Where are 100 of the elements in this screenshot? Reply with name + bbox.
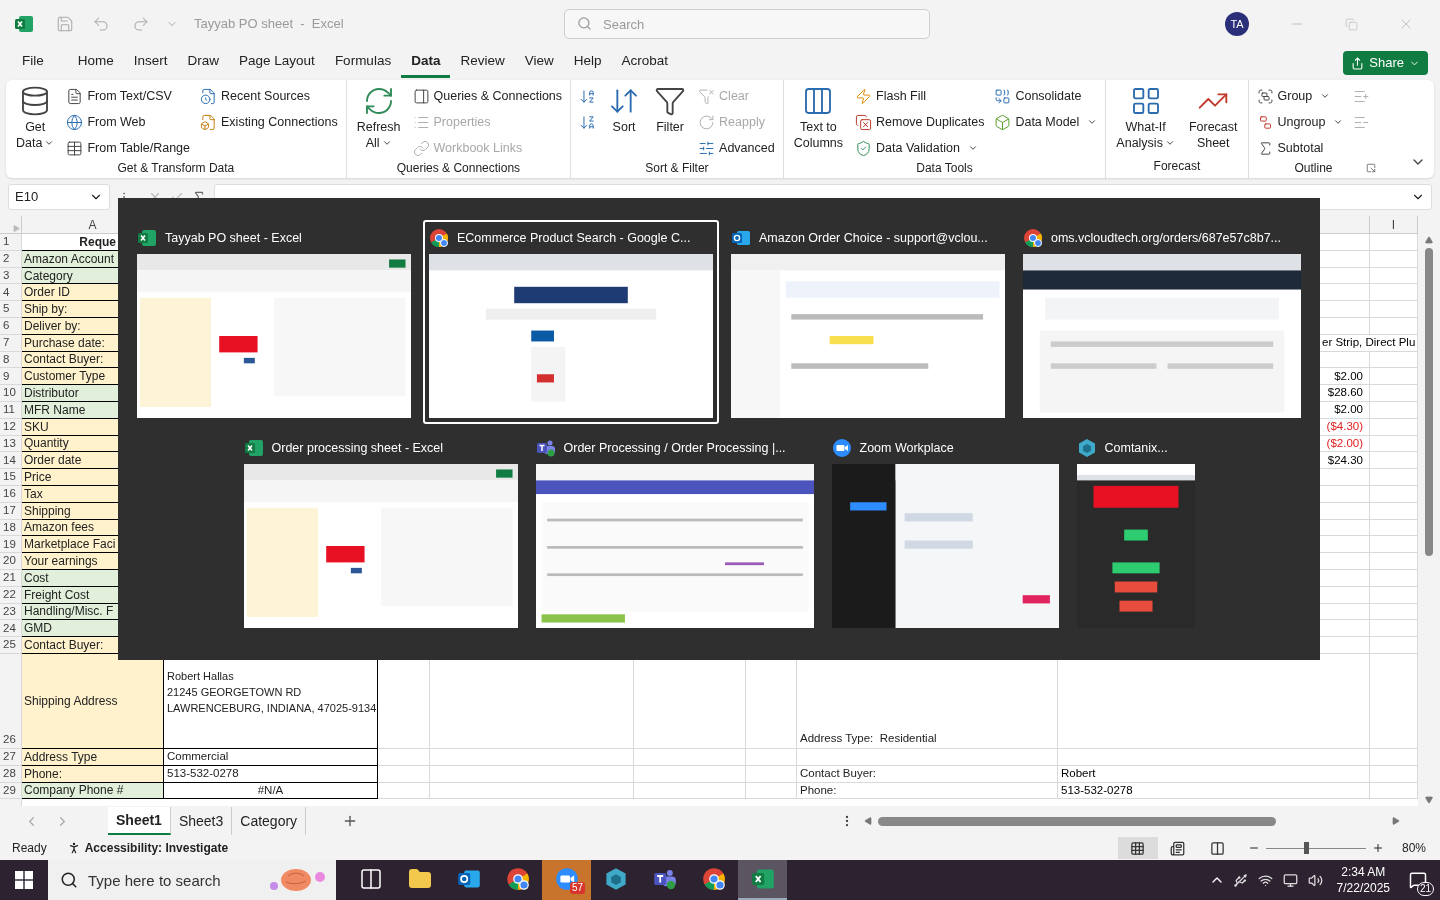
ribbon-large-button[interactable]: Sort bbox=[606, 85, 643, 159]
clock-date[interactable]: 7/22/2025 bbox=[1336, 880, 1390, 896]
row-header[interactable]: 14 bbox=[0, 452, 22, 470]
ribbon-large-button[interactable]: Text to Columns bbox=[791, 85, 845, 159]
panel-icon bbox=[412, 87, 430, 105]
table-cell bbox=[378, 765, 430, 783]
row-header[interactable]: 20 bbox=[0, 553, 22, 570]
ribbon-button[interactable]: Remove Duplicates bbox=[855, 111, 985, 133]
row-header[interactable]: 1 bbox=[0, 234, 22, 251]
scroll-right-icon[interactable] bbox=[1392, 817, 1401, 825]
caret-icon bbox=[967, 143, 978, 153]
ribbon-large-button[interactable]: Forecast Sheet bbox=[1186, 85, 1240, 157]
column-header[interactable]: I bbox=[1370, 216, 1418, 234]
notification-center-button[interactable]: 21 bbox=[1396, 860, 1440, 900]
ribbon-large-button[interactable]: What-If Analysis bbox=[1114, 85, 1177, 157]
taskbar-search-field[interactable]: Type here to search bbox=[48, 860, 336, 900]
ribbon-button[interactable]: Advanced bbox=[698, 137, 775, 159]
zoom-in-icon[interactable] bbox=[1371, 842, 1384, 854]
scroll-up-icon[interactable] bbox=[1425, 236, 1433, 244]
table-cell bbox=[378, 748, 430, 766]
start-icon[interactable] bbox=[15, 871, 33, 889]
ribbon-button[interactable]: Queries & Connections bbox=[412, 85, 563, 107]
zoom-slider[interactable] bbox=[1265, 842, 1366, 854]
zoom-level[interactable]: 80% bbox=[1401, 839, 1426, 857]
ribbon-large-button[interactable]: Refresh All bbox=[354, 85, 403, 159]
row-header[interactable]: 5 bbox=[0, 301, 22, 318]
ribbon-button[interactable]: Group bbox=[1256, 85, 1344, 107]
horizontal-scrollbar[interactable] bbox=[864, 814, 1401, 828]
window-title: Order processing sheet - Excel bbox=[271, 439, 444, 457]
ribbon-tab[interactable]: Help bbox=[563, 48, 612, 78]
scroll-thumb[interactable] bbox=[878, 816, 1277, 826]
window-preview[interactable]: Amazon Order Choice - support@vclou... bbox=[725, 220, 1011, 424]
clock-time[interactable]: 2:34 AM bbox=[1341, 864, 1386, 880]
ribbon-tab[interactable]: Page Layout bbox=[229, 48, 325, 78]
window-preview[interactable]: Order Processing / Order Processing |... bbox=[529, 430, 820, 634]
row-header[interactable]: 9 bbox=[0, 368, 22, 386]
ribbon-button[interactable]: Ungroup bbox=[1256, 111, 1344, 133]
window-preview[interactable]: Order processing sheet - Excel bbox=[237, 430, 524, 634]
window-preview[interactable]: Comtanix... bbox=[1070, 430, 1201, 634]
name-box[interactable]: E10 bbox=[8, 184, 110, 210]
monitor-icon[interactable] bbox=[1282, 872, 1298, 888]
sheet-tab[interactable]: Sheet3 bbox=[170, 807, 233, 835]
user-avatar[interactable]: TA bbox=[1225, 12, 1249, 36]
window-preview[interactable]: ECommerce Product Search - Google C... bbox=[423, 220, 719, 424]
accessibility-status[interactable]: Accessibility: Investigate bbox=[84, 839, 229, 857]
search-field[interactable]: Search bbox=[564, 9, 930, 39]
ribbon-button[interactable]: Flash Fill bbox=[855, 85, 985, 107]
document-icon bbox=[66, 87, 84, 105]
ribbon-button[interactable]: Existing Connections bbox=[200, 111, 338, 133]
ribbon-button[interactable]: From Text/CSV bbox=[66, 85, 190, 107]
dialog-launcher-icon[interactable] bbox=[1366, 163, 1376, 173]
share-button[interactable]: Share bbox=[1343, 51, 1428, 75]
ribbon-button[interactable]: Data Model bbox=[994, 111, 1098, 133]
ribbon-tab[interactable]: File bbox=[12, 48, 54, 78]
taskbar-app[interactable]: 57 bbox=[542, 860, 591, 900]
shield-check-icon bbox=[855, 139, 872, 157]
sheet-tab[interactable]: Sheet1 bbox=[108, 807, 171, 835]
view-button[interactable] bbox=[1117, 837, 1158, 859]
scroll-thumb[interactable] bbox=[1425, 248, 1433, 556]
ribbon-tab[interactable]: Acrobat bbox=[611, 48, 678, 78]
row-header[interactable]: 24 bbox=[0, 620, 22, 638]
ribbon-tab[interactable]: Draw bbox=[177, 48, 230, 78]
caret-icon bbox=[1333, 117, 1344, 127]
row-header[interactable]: 26 bbox=[0, 653, 22, 749]
ribbon-tab[interactable]: View bbox=[514, 48, 564, 78]
scroll-left-icon[interactable] bbox=[864, 817, 873, 825]
ribbon-tab[interactable]: Home bbox=[67, 48, 124, 78]
network-status-icon[interactable] bbox=[1257, 872, 1273, 888]
sort-descending-icon bbox=[579, 113, 597, 131]
window-title: Tayyab PO sheet - Excel bbox=[194, 15, 345, 34]
ribbon-large-button[interactable]: Get Data bbox=[14, 85, 57, 159]
reapply-icon bbox=[698, 113, 716, 131]
task-view-icon bbox=[358, 867, 383, 891]
page-layout-icon bbox=[1170, 840, 1186, 856]
ribbon-large-button[interactable]: Filter bbox=[652, 85, 689, 159]
ribbon-tab[interactable]: Review bbox=[450, 48, 515, 78]
row-header[interactable]: 15 bbox=[0, 469, 22, 486]
ribbon-group-label: Outline bbox=[1293, 160, 1334, 177]
window-preview[interactable]: oms.vcloudtech.org/orders/687e57c8b7... bbox=[1017, 220, 1307, 424]
spreadsheet-app-icon bbox=[750, 867, 775, 891]
ribbon-tab[interactable]: Insert bbox=[123, 48, 178, 78]
ribbon-button[interactable]: Consolidate bbox=[994, 85, 1098, 107]
window-preview[interactable]: Zoom Workplace bbox=[825, 430, 1065, 634]
ribbon-group-label: Queries & Connections bbox=[395, 160, 522, 177]
usb-icon[interactable] bbox=[1232, 872, 1248, 888]
ribbon-button[interactable]: Recent Sources bbox=[200, 85, 338, 107]
sheet-tab[interactable]: Category bbox=[232, 807, 307, 835]
row-header[interactable]: 19 bbox=[0, 536, 22, 554]
ribbon-button[interactable]: From Web bbox=[66, 111, 190, 133]
scroll-down-icon[interactable] bbox=[1425, 796, 1433, 804]
ribbon-button[interactable]: Subtotal bbox=[1256, 137, 1344, 159]
ribbon-tab[interactable]: Formulas bbox=[324, 48, 402, 78]
volume-icon[interactable] bbox=[1307, 872, 1323, 888]
row-header[interactable]: 10 bbox=[0, 385, 22, 402]
row-header[interactable]: 4 bbox=[0, 284, 22, 302]
ribbon-button[interactable]: From Table/Range bbox=[66, 137, 190, 159]
spreadsheet-app-icon bbox=[243, 438, 264, 458]
row-header[interactable]: 25 bbox=[0, 637, 22, 654]
ribbon-group-label: Get & Transform Data bbox=[116, 160, 236, 177]
ribbon-button[interactable]: Data Validation bbox=[855, 137, 985, 159]
